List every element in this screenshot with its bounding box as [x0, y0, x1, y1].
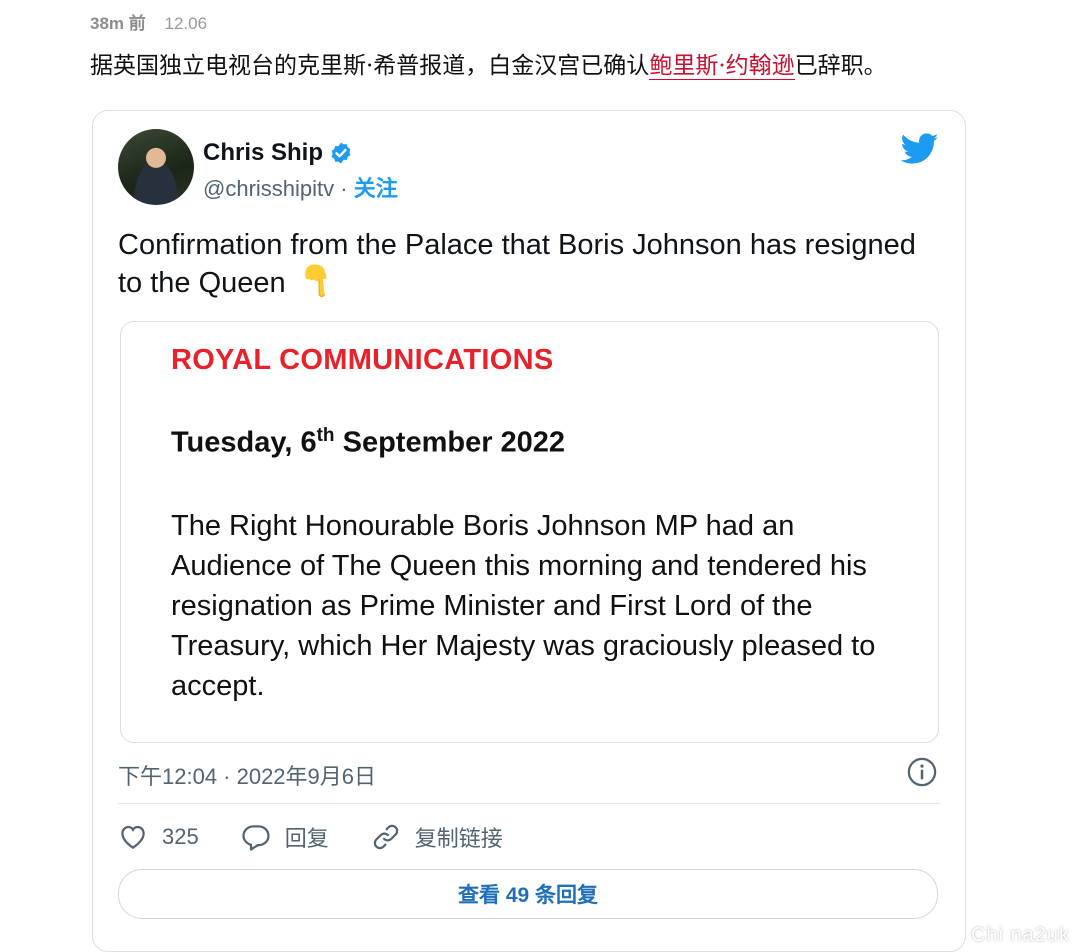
headline-person-link[interactable]: 鲍里斯·约翰逊 — [649, 53, 795, 80]
author-name[interactable]: Chris Ship — [203, 139, 323, 167]
link-icon — [373, 824, 398, 850]
doc-date-prefix: Tuesday, 6 — [171, 426, 317, 459]
copy-link-button[interactable]: 复制链接 — [371, 821, 503, 853]
tweet-timestamp[interactable]: 下午12:04 · 2022年9月6日 — [118, 759, 376, 791]
doc-title: ROYAL COMMUNICATIONS — [171, 344, 554, 376]
view-replies-button[interactable]: 查看 49 条回复 — [118, 869, 938, 919]
time-ago: 38m 前 — [90, 14, 146, 33]
author-handle[interactable]: @chrisshipitv — [203, 176, 334, 201]
like-count: 325 — [162, 824, 199, 849]
copy-link-label: 复制链接 — [414, 826, 503, 851]
handle-separator: · — [334, 176, 354, 201]
info-icon[interactable] — [907, 757, 937, 787]
royal-communications-image[interactable]: ROYAL COMMUNICATIONS Tuesday, 6th Septem… — [120, 321, 939, 743]
headline-text-before: 据英国独立电视台的克里斯·希普报道，白金汉宫已确认 — [90, 53, 650, 79]
post-headline: 据英国独立电视台的克里斯·希普报道，白金汉宫已确认鲍里斯·约翰逊已辞职。 — [90, 46, 1070, 80]
author-name-row: Chris Ship — [203, 139, 353, 167]
headline-text-after: 已辞职。 — [794, 53, 887, 79]
embedded-tweet: Chris Ship @chrisshipitv · 关注 Confirmati… — [92, 110, 966, 952]
doc-date: Tuesday, 6th September 2022 — [171, 425, 565, 460]
verified-badge-icon — [331, 142, 351, 164]
post-meta: 38m 前 12.06 — [90, 9, 207, 34]
doc-date-suffix: th — [316, 425, 335, 446]
tweet-actions: 325 回复 复制链接 — [118, 821, 545, 853]
watermark: Chi na2uk — [970, 924, 1070, 946]
divider — [118, 803, 940, 804]
heart-icon — [121, 825, 145, 849]
post-date: 12.06 — [164, 14, 208, 33]
tweet-body: Confirmation from the Palace that Boris … — [118, 229, 916, 299]
reply-label: 回复 — [284, 826, 329, 851]
follow-button[interactable]: 关注 — [354, 176, 398, 201]
pointing-down-emoji-icon — [305, 264, 327, 297]
like-button[interactable]: 325 — [118, 822, 199, 852]
tweet-text: Confirmation from the Palace that Boris … — [118, 226, 918, 302]
doc-date-rest: September 2022 — [334, 426, 566, 459]
reply-bubble-icon — [242, 825, 270, 851]
avatar[interactable] — [118, 129, 194, 205]
reply-button[interactable]: 回复 — [241, 821, 329, 853]
handle-row: @chrisshipitv · 关注 — [203, 171, 398, 203]
doc-body: The Right Honourable Boris Johnson MP ha… — [171, 510, 876, 702]
twitter-bird-icon[interactable] — [901, 133, 939, 165]
